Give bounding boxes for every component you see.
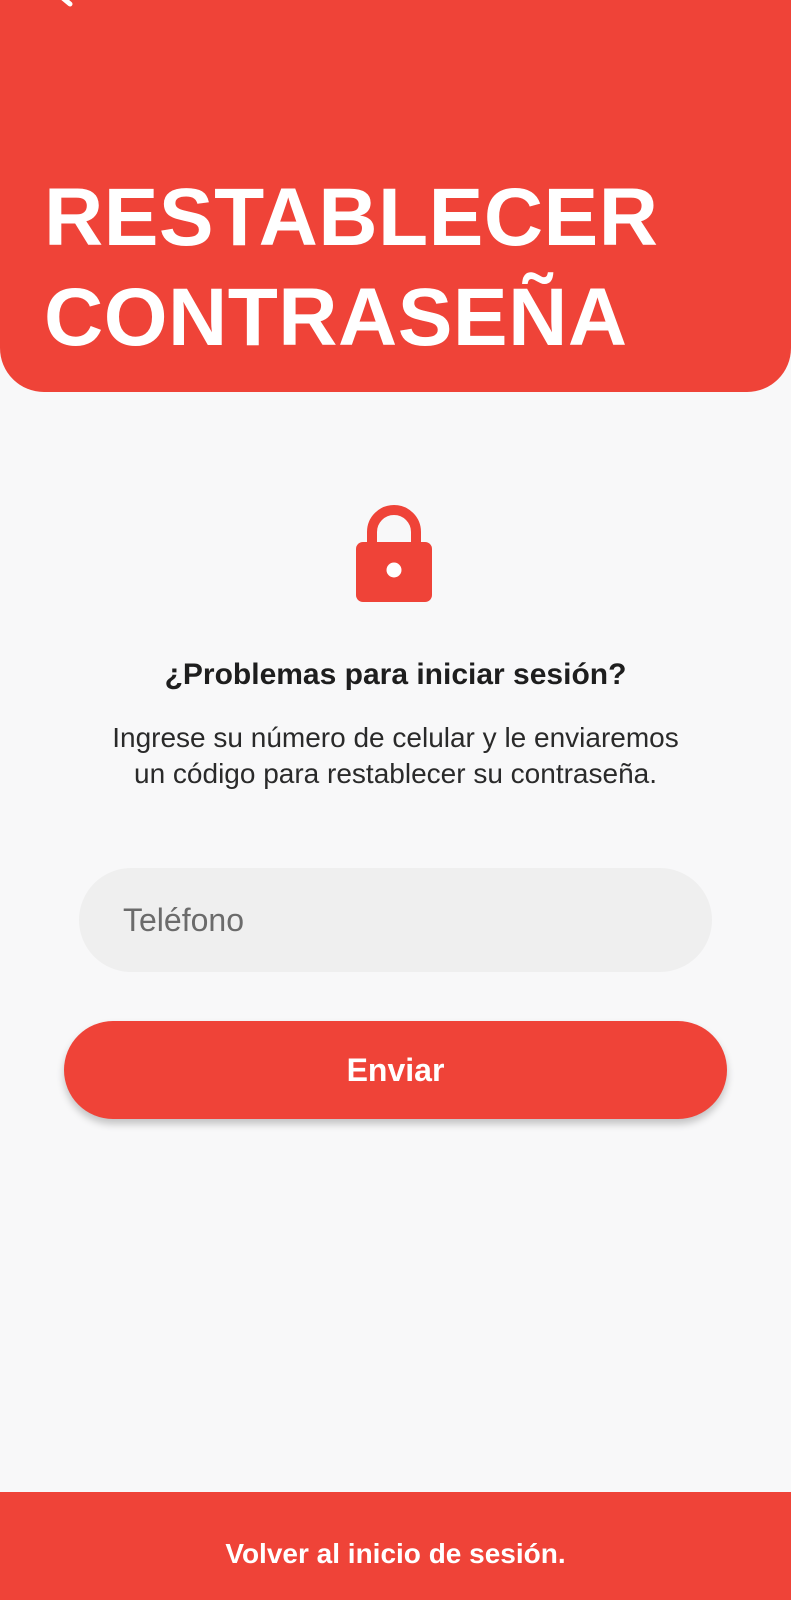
header-banner: RESTABLECER CONTRASEÑA — [0, 0, 791, 392]
page-title-line-2: CONTRASEÑA — [44, 272, 628, 363]
page-title-line-1: RESTABLECER — [44, 172, 659, 263]
send-button[interactable]: Enviar — [64, 1021, 727, 1119]
section-heading: ¿Problemas para iniciar sesión? — [164, 658, 627, 691]
phone-input[interactable] — [79, 868, 712, 972]
instructions-text: Ingrese su número de celular y le enviar… — [112, 722, 679, 789]
page-title: RESTABLECER CONTRASEÑA — [44, 168, 764, 368]
back-arrow-icon[interactable] — [52, 0, 88, 8]
reset-password-screen: RESTABLECER CONTRASEÑA ¿Problemas para i… — [0, 0, 791, 1600]
footer-bar: Volver al inicio de sesión. — [0, 1492, 791, 1600]
lock-icon — [356, 502, 432, 602]
back-to-login-link[interactable]: Volver al inicio de sesión. — [225, 1538, 565, 1570]
